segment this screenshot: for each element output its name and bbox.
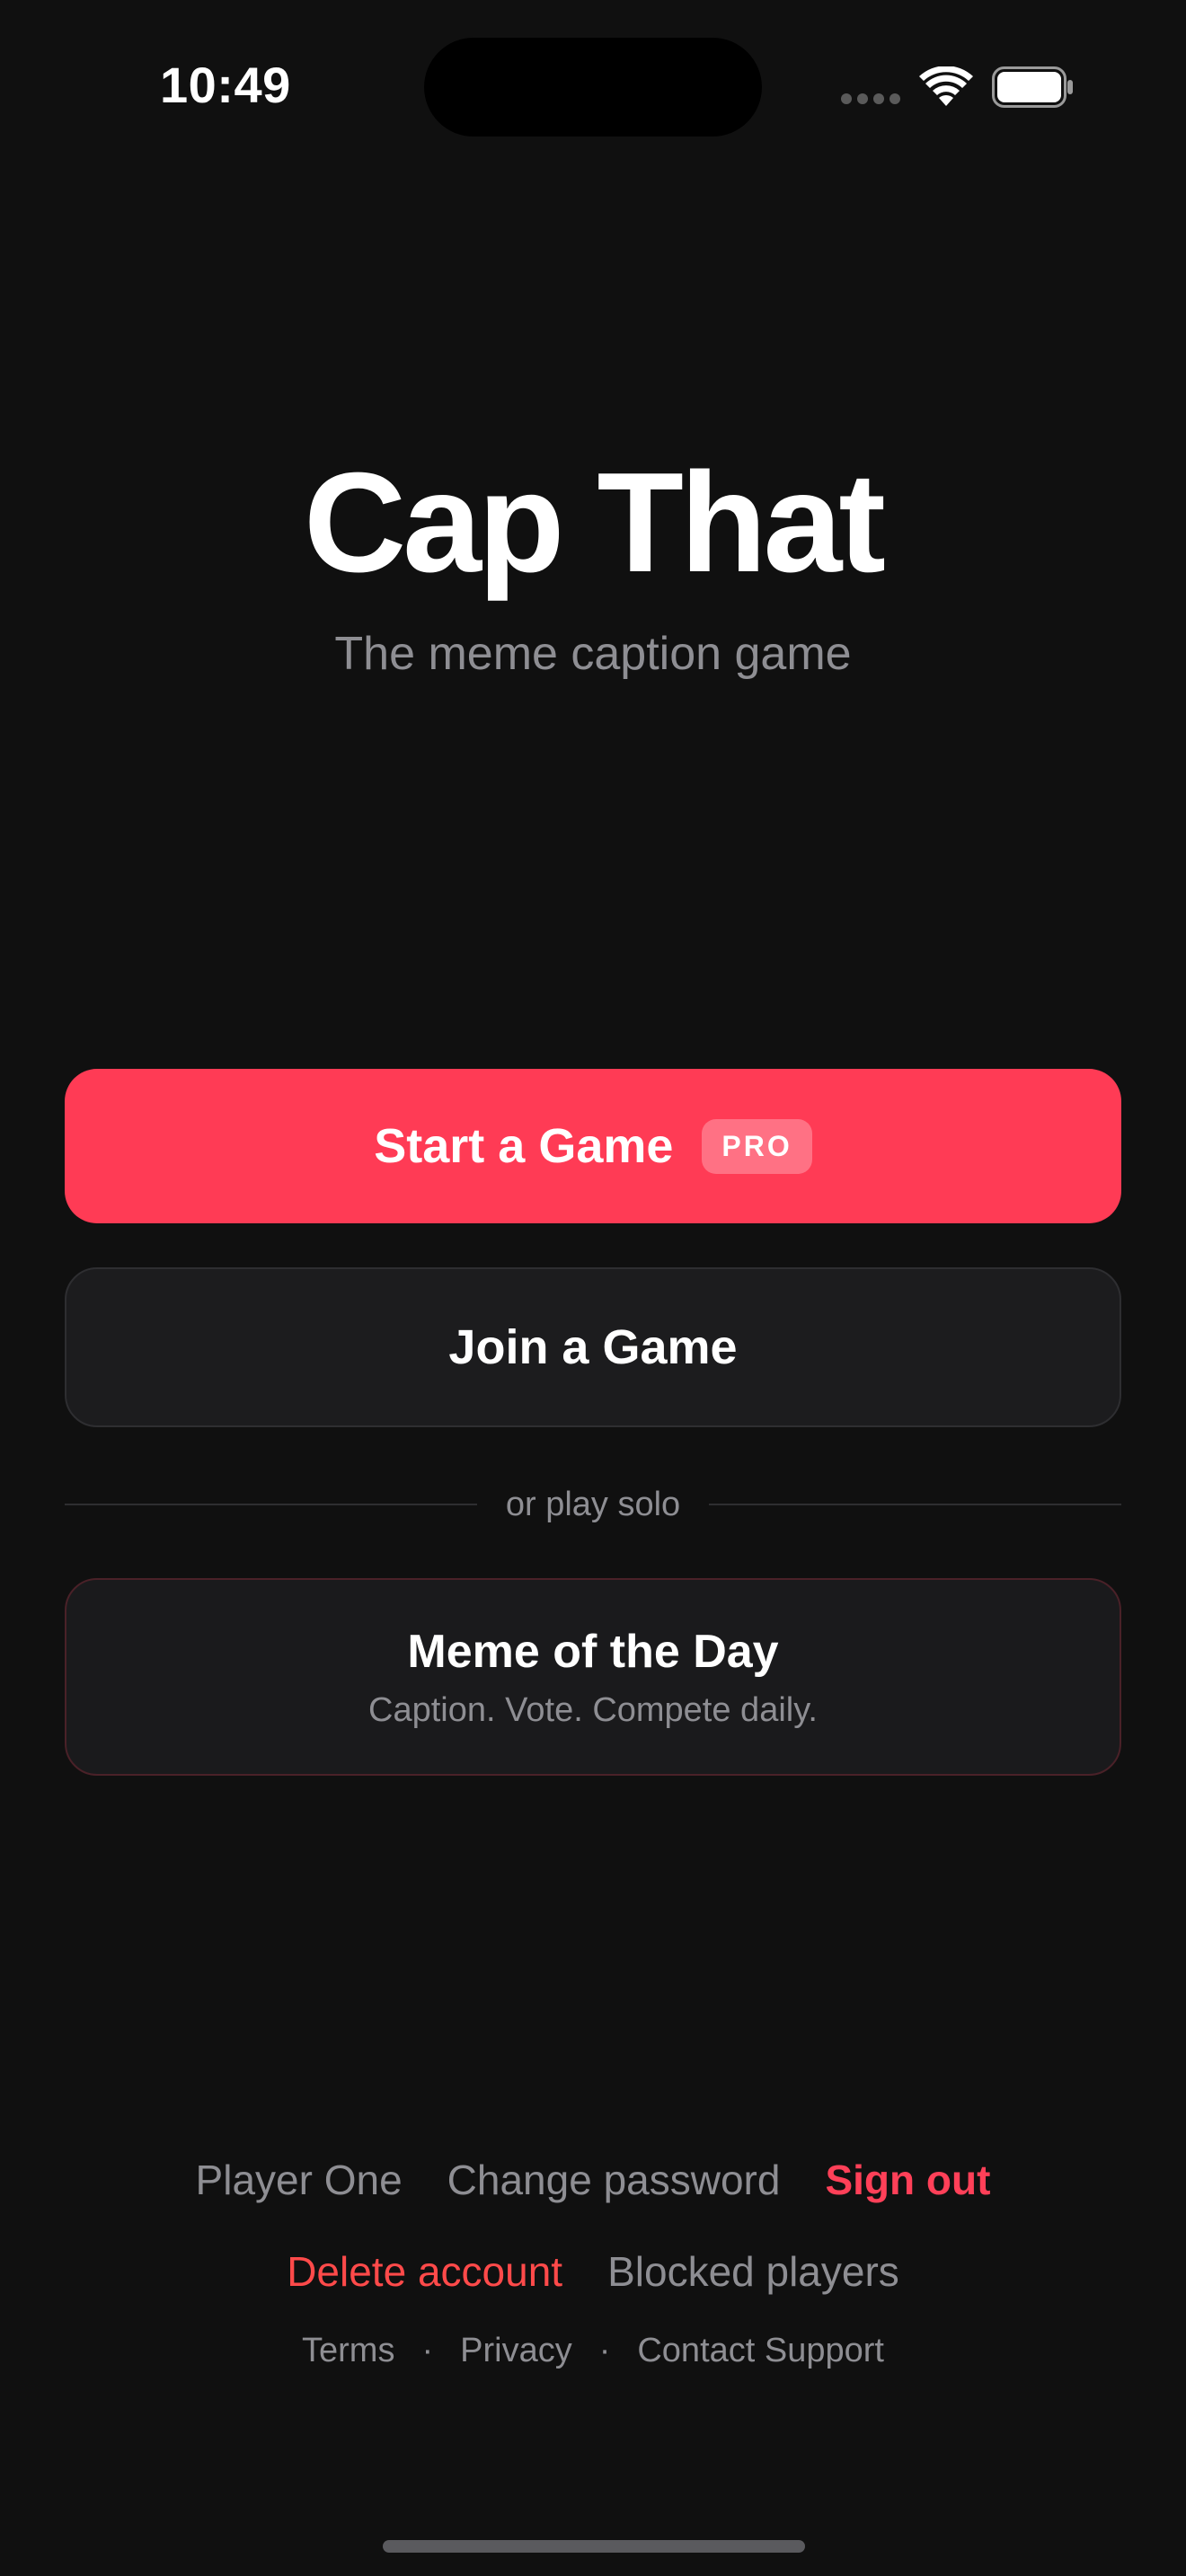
motd-title: Meme of the Day (407, 1625, 779, 1678)
join-game-label: Join a Game (448, 1320, 738, 1374)
account-actions-row: Delete account Blocked players (0, 2247, 1186, 2296)
app-subtitle: The meme caption game (334, 628, 852, 680)
divider-line-right (709, 1504, 1122, 1505)
divider-line-left (65, 1504, 477, 1505)
separator-dot: · (598, 2332, 611, 2369)
separator-dot: · (421, 2332, 434, 2369)
dynamic-island (424, 38, 762, 137)
blocked-players-link[interactable]: Blocked players (607, 2247, 899, 2296)
delete-account-link[interactable]: Delete account (287, 2247, 562, 2296)
cellular-signal-icon (841, 93, 900, 104)
legal-links-row: Terms · Privacy · Contact Support (0, 2332, 1186, 2370)
pro-badge: PRO (702, 1118, 812, 1174)
solo-divider: or play solo (65, 1473, 1122, 1536)
contact-support-link[interactable]: Contact Support (637, 2332, 884, 2370)
change-password-link[interactable]: Change password (447, 2156, 781, 2204)
meme-of-the-day-button[interactable]: Meme of the Day Caption. Vote. Compete d… (65, 1578, 1121, 1776)
divider-text: or play solo (505, 1485, 681, 1523)
player-name[interactable]: Player One (196, 2156, 403, 2204)
terms-link[interactable]: Terms (302, 2332, 394, 2370)
start-game-button[interactable]: Start a Game PRO (65, 1069, 1121, 1223)
status-time: 10:49 (160, 57, 291, 113)
battery-icon (992, 66, 1073, 108)
home-indicator[interactable] (383, 2540, 805, 2553)
sign-out-link[interactable]: Sign out (825, 2156, 990, 2204)
motd-subtitle: Caption. Vote. Compete daily. (368, 1690, 818, 1729)
app-title: Cap That (304, 444, 886, 602)
privacy-link[interactable]: Privacy (460, 2332, 572, 2370)
join-game-button[interactable]: Join a Game (65, 1267, 1121, 1427)
wifi-icon (919, 66, 973, 106)
account-links-row: Player One Change password Sign out (0, 2156, 1186, 2204)
start-game-label: Start a Game (374, 1119, 674, 1173)
